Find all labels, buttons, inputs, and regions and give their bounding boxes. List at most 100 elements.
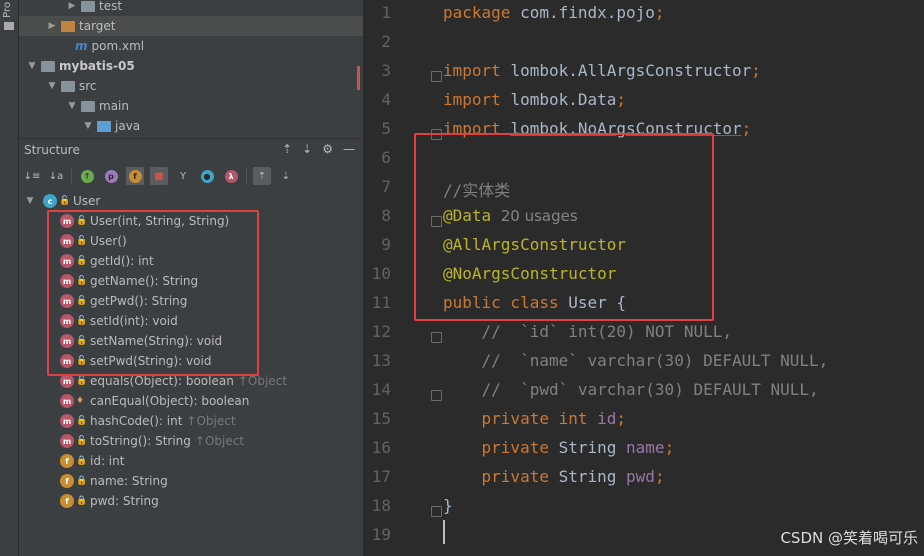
module-icon — [41, 60, 55, 72]
project-tree-item[interactable]: ▼ main — [19, 96, 363, 116]
code-token: id — [597, 409, 617, 428]
project-tree-label: mybatis-05 — [59, 59, 135, 73]
method-icon: m — [60, 434, 74, 448]
public-visibility-icon: 🔓 — [76, 376, 88, 386]
fold-marker-icon[interactable] — [431, 332, 442, 343]
code-line[interactable]: // `name` varchar(30) DEFAULT NULL, — [443, 351, 829, 370]
project-tree-item[interactable]: ▶ test — [19, 0, 363, 16]
autoscroll-from-source-icon[interactable]: ⇣ — [277, 167, 295, 185]
show-fields-icon[interactable]: f — [126, 167, 144, 185]
show-properties-icon[interactable]: p — [102, 167, 120, 185]
inherited-from-label: ↑Object — [237, 374, 287, 388]
field-icon: f — [60, 474, 74, 488]
sort-alphabetically-icon[interactable]: ↓a — [47, 167, 65, 185]
code-line[interactable]: } — [443, 496, 453, 515]
structure-member[interactable]: m 🔓 hashCode(): int ↑Object — [19, 411, 363, 431]
structure-toolbar: ↓≡ ↓a ↑ p f ■ Y ● λ ⇡ ⇣ — [19, 164, 367, 188]
code-line[interactable]: package com.findx.pojo; — [443, 3, 665, 22]
public-visibility-icon: 🔓 — [76, 436, 88, 446]
project-tree-label: src — [79, 79, 97, 93]
line-number: 14 — [371, 380, 391, 399]
structure-member-label: canEqual(Object): boolean — [90, 394, 250, 408]
left-tool-strip[interactable]: Pro — [0, 0, 19, 556]
project-tree-label: test — [99, 0, 123, 13]
structure-member-label: hashCode(): int — [90, 414, 183, 428]
show-anonymous-icon[interactable]: ● — [198, 167, 216, 185]
show-lambda-icon[interactable]: λ — [222, 167, 240, 185]
project-tree-item[interactable]: ▼ java — [19, 116, 363, 136]
project-tree-item[interactable]: ▼ src — [19, 76, 363, 96]
code-line[interactable]: private String pwd; — [443, 467, 665, 486]
line-number: 1 — [381, 3, 391, 22]
fold-marker-icon[interactable] — [431, 390, 442, 401]
chevron-down-icon[interactable]: ▼ — [45, 81, 59, 91]
autoscroll-to-source-icon[interactable]: ⇡ — [253, 167, 271, 185]
structure-title: Structure — [24, 143, 80, 157]
line-number: 13 — [371, 351, 391, 370]
code-editor[interactable]: 1 2 3 4 5 6 7 8 9 10 11 12 13 14 15 16 17 18 19 package co… — [363, 0, 924, 556]
line-number: 16 — [371, 438, 391, 457]
structure-member[interactable]: f 🔒 name: String — [19, 471, 363, 491]
show-inherited-icon[interactable]: ↑ — [78, 167, 96, 185]
project-tree-label: pom.xml — [91, 39, 145, 53]
method-icon: m — [60, 374, 74, 388]
line-number: 18 — [371, 496, 391, 515]
project-tree-item[interactable]: ▼ mybatis-05 — [19, 56, 363, 76]
folder-icon — [61, 20, 75, 32]
collapse-all-icon[interactable]: ⇣ — [302, 142, 312, 156]
line-number: 11 — [371, 293, 391, 312]
code-line[interactable]: // `id` int(20) NOT NULL, — [443, 322, 732, 341]
code-token: ; — [751, 61, 761, 80]
code-line[interactable]: // `pwd` varchar(30) DEFAULT NULL, — [443, 380, 819, 399]
structure-member[interactable]: f 🔒 pwd: String — [19, 491, 363, 511]
structure-member-label: equals(Object): boolean — [90, 374, 234, 388]
expand-all-icon[interactable]: ⇡ — [282, 142, 292, 156]
toolbar-separator — [246, 168, 247, 184]
code-token: import — [443, 90, 511, 109]
scrollbar-marker[interactable] — [357, 66, 360, 90]
line-number: 15 — [371, 409, 391, 428]
structure-member-label: toString(): String — [90, 434, 191, 448]
code-line[interactable]: private int id; — [443, 409, 627, 428]
line-number: 5 — [381, 119, 391, 138]
project-tree-item[interactable]: m pom.xml — [19, 36, 363, 56]
fold-marker-icon[interactable] — [431, 71, 442, 82]
chevron-down-icon[interactable]: ▼ — [25, 61, 39, 71]
structure-member[interactable]: m ♦ canEqual(Object): boolean — [19, 391, 363, 411]
fold-marker-icon[interactable] — [431, 506, 442, 517]
code-line[interactable]: private String name; — [443, 438, 675, 457]
sort-by-visibility-icon[interactable]: ↓≡ — [23, 167, 41, 185]
source-folder-icon — [97, 120, 111, 132]
chevron-down-icon[interactable]: ▼ — [23, 196, 37, 206]
private-visibility-icon: 🔒 — [76, 476, 88, 486]
code-token: // `name` varchar(30) DEFAULT NULL, — [443, 351, 829, 370]
chevron-down-icon[interactable]: ▼ — [81, 121, 95, 131]
code-token: pwd — [626, 467, 655, 486]
structure-member[interactable]: m 🔓 toString(): String ↑Object — [19, 431, 363, 451]
code-token: ; — [654, 3, 665, 22]
project-tree-item[interactable]: ▶ target — [19, 16, 363, 36]
code-line[interactable]: import lombok.AllArgsConstructor; — [443, 61, 761, 80]
gear-icon[interactable]: ⚙ — [322, 142, 333, 156]
chevron-right-icon[interactable]: ▶ — [65, 1, 79, 11]
show-lambdas-icon[interactable]: Y — [174, 167, 192, 185]
class-icon: c — [43, 194, 57, 208]
structure-member[interactable]: f 🔒 id: int — [19, 451, 363, 471]
field-icon: f — [60, 454, 74, 468]
project-tree-label: target — [79, 19, 116, 33]
text-caret — [443, 520, 445, 544]
code-token: private — [443, 438, 559, 457]
chevron-down-icon[interactable]: ▼ — [65, 101, 79, 111]
show-non-public-icon[interactable]: ■ — [150, 167, 168, 185]
minimize-icon[interactable]: — — [343, 142, 355, 156]
line-number: 12 — [371, 322, 391, 341]
public-visibility-icon: 🔓 — [59, 196, 71, 206]
structure-root[interactable]: ▼ c 🔓 User — [19, 191, 363, 211]
code-line[interactable]: import lombok.Data; — [443, 90, 626, 109]
line-number: 17 — [371, 467, 391, 486]
method-icon: m — [60, 414, 74, 428]
left-panel: ▶ test ▶ target m pom.xml ▼ mybatis-05 ▼ src ▼ main… — [19, 0, 363, 556]
code-token: ; — [741, 119, 752, 138]
chevron-right-icon[interactable]: ▶ — [45, 21, 59, 31]
project-tool-label[interactable]: Pro — [2, 2, 13, 18]
